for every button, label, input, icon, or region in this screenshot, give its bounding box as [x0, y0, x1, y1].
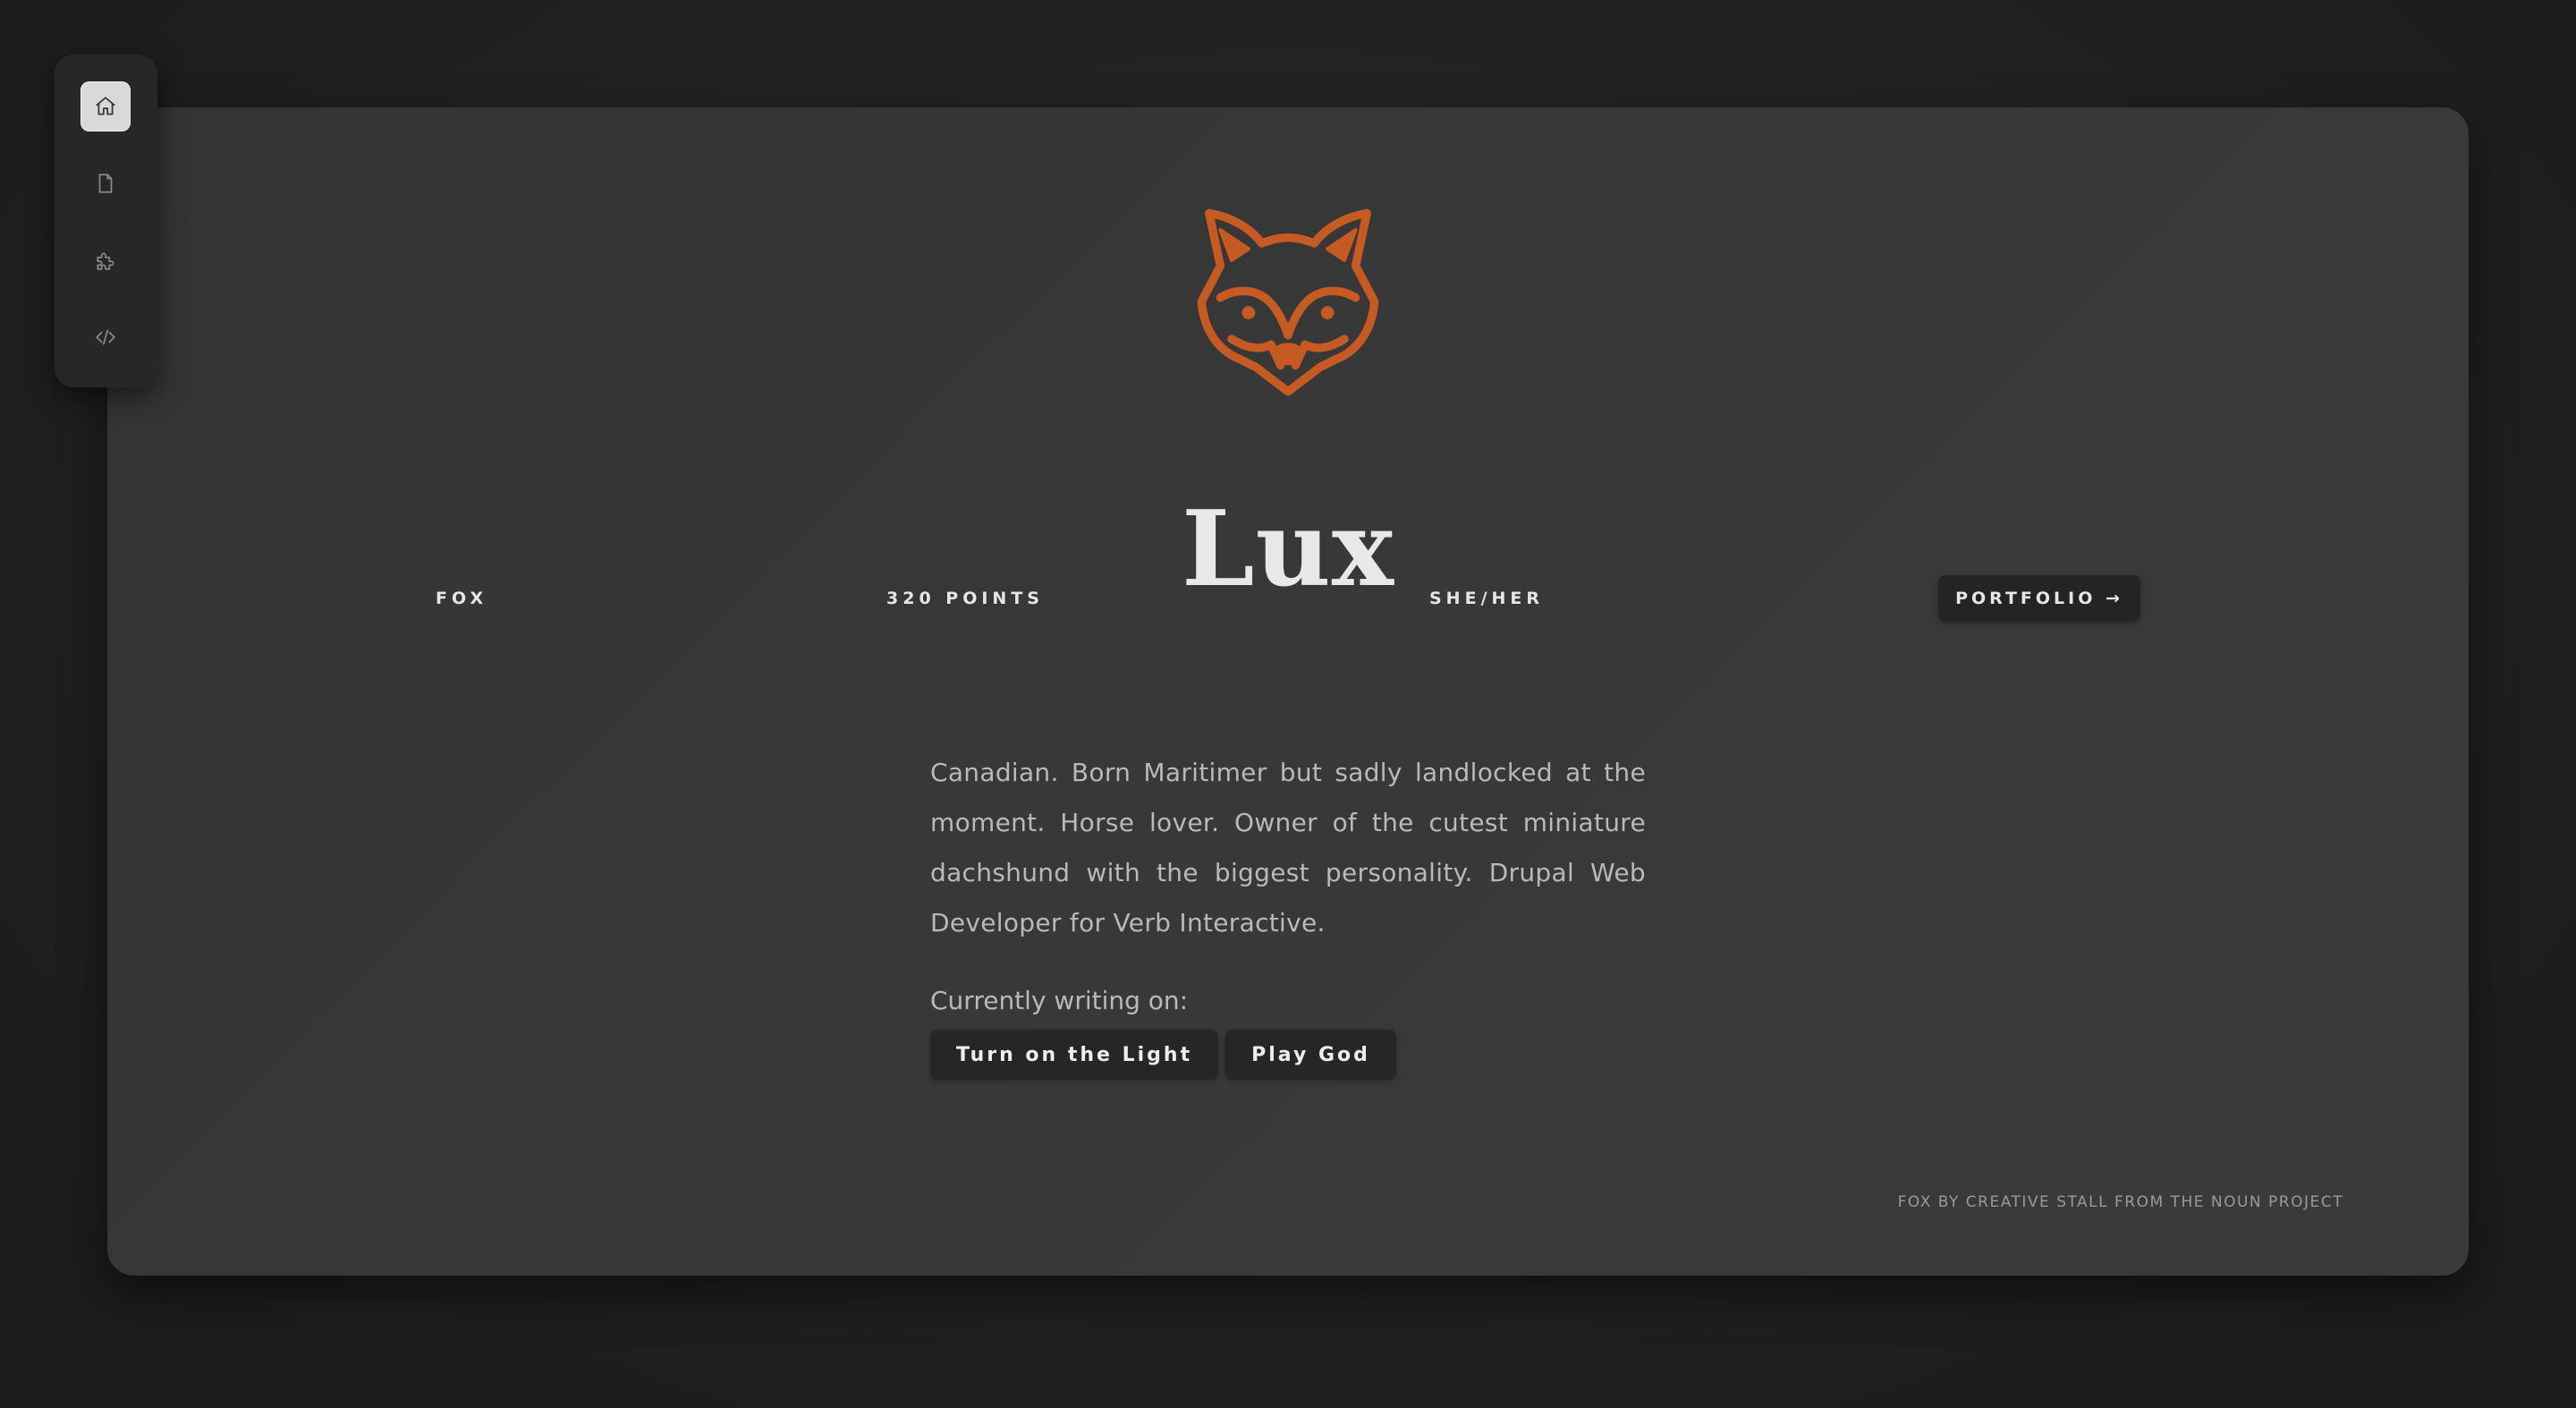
profile-species: FOX	[436, 589, 488, 608]
profile-pronouns: SHE/HER	[1429, 589, 1545, 608]
sidebar-item-documents[interactable]	[80, 158, 131, 208]
project-chip[interactable]: Play God	[1225, 1030, 1396, 1080]
sidebar-item-extensions[interactable]	[80, 235, 131, 285]
profile-name: Lux	[1181, 488, 1395, 610]
code-icon	[96, 329, 115, 345]
writing-projects: Turn on the Light Play God	[930, 1030, 1396, 1080]
sidebar-nav	[55, 55, 157, 387]
profile-bio: Canadian. Born Maritimer but sadly landl…	[930, 758, 1646, 937]
puzzle-icon	[97, 252, 114, 270]
writing-label: Currently writing on:	[930, 986, 1189, 1015]
document-icon	[98, 174, 113, 193]
logo-credit: FOX BY CREATIVE STALL FROM THE NOUN PROJ…	[1897, 1193, 2343, 1211]
fox-icon	[1197, 208, 1379, 395]
portfolio-button[interactable]: PORTFOLIO →	[1938, 575, 2140, 622]
home-icon	[96, 97, 115, 115]
project-chip[interactable]: Turn on the Light	[930, 1030, 1219, 1080]
sidebar-item-code[interactable]	[80, 312, 131, 362]
sidebar-item-home[interactable]	[80, 81, 131, 131]
profile-points: 320 POINTS	[886, 589, 1044, 608]
